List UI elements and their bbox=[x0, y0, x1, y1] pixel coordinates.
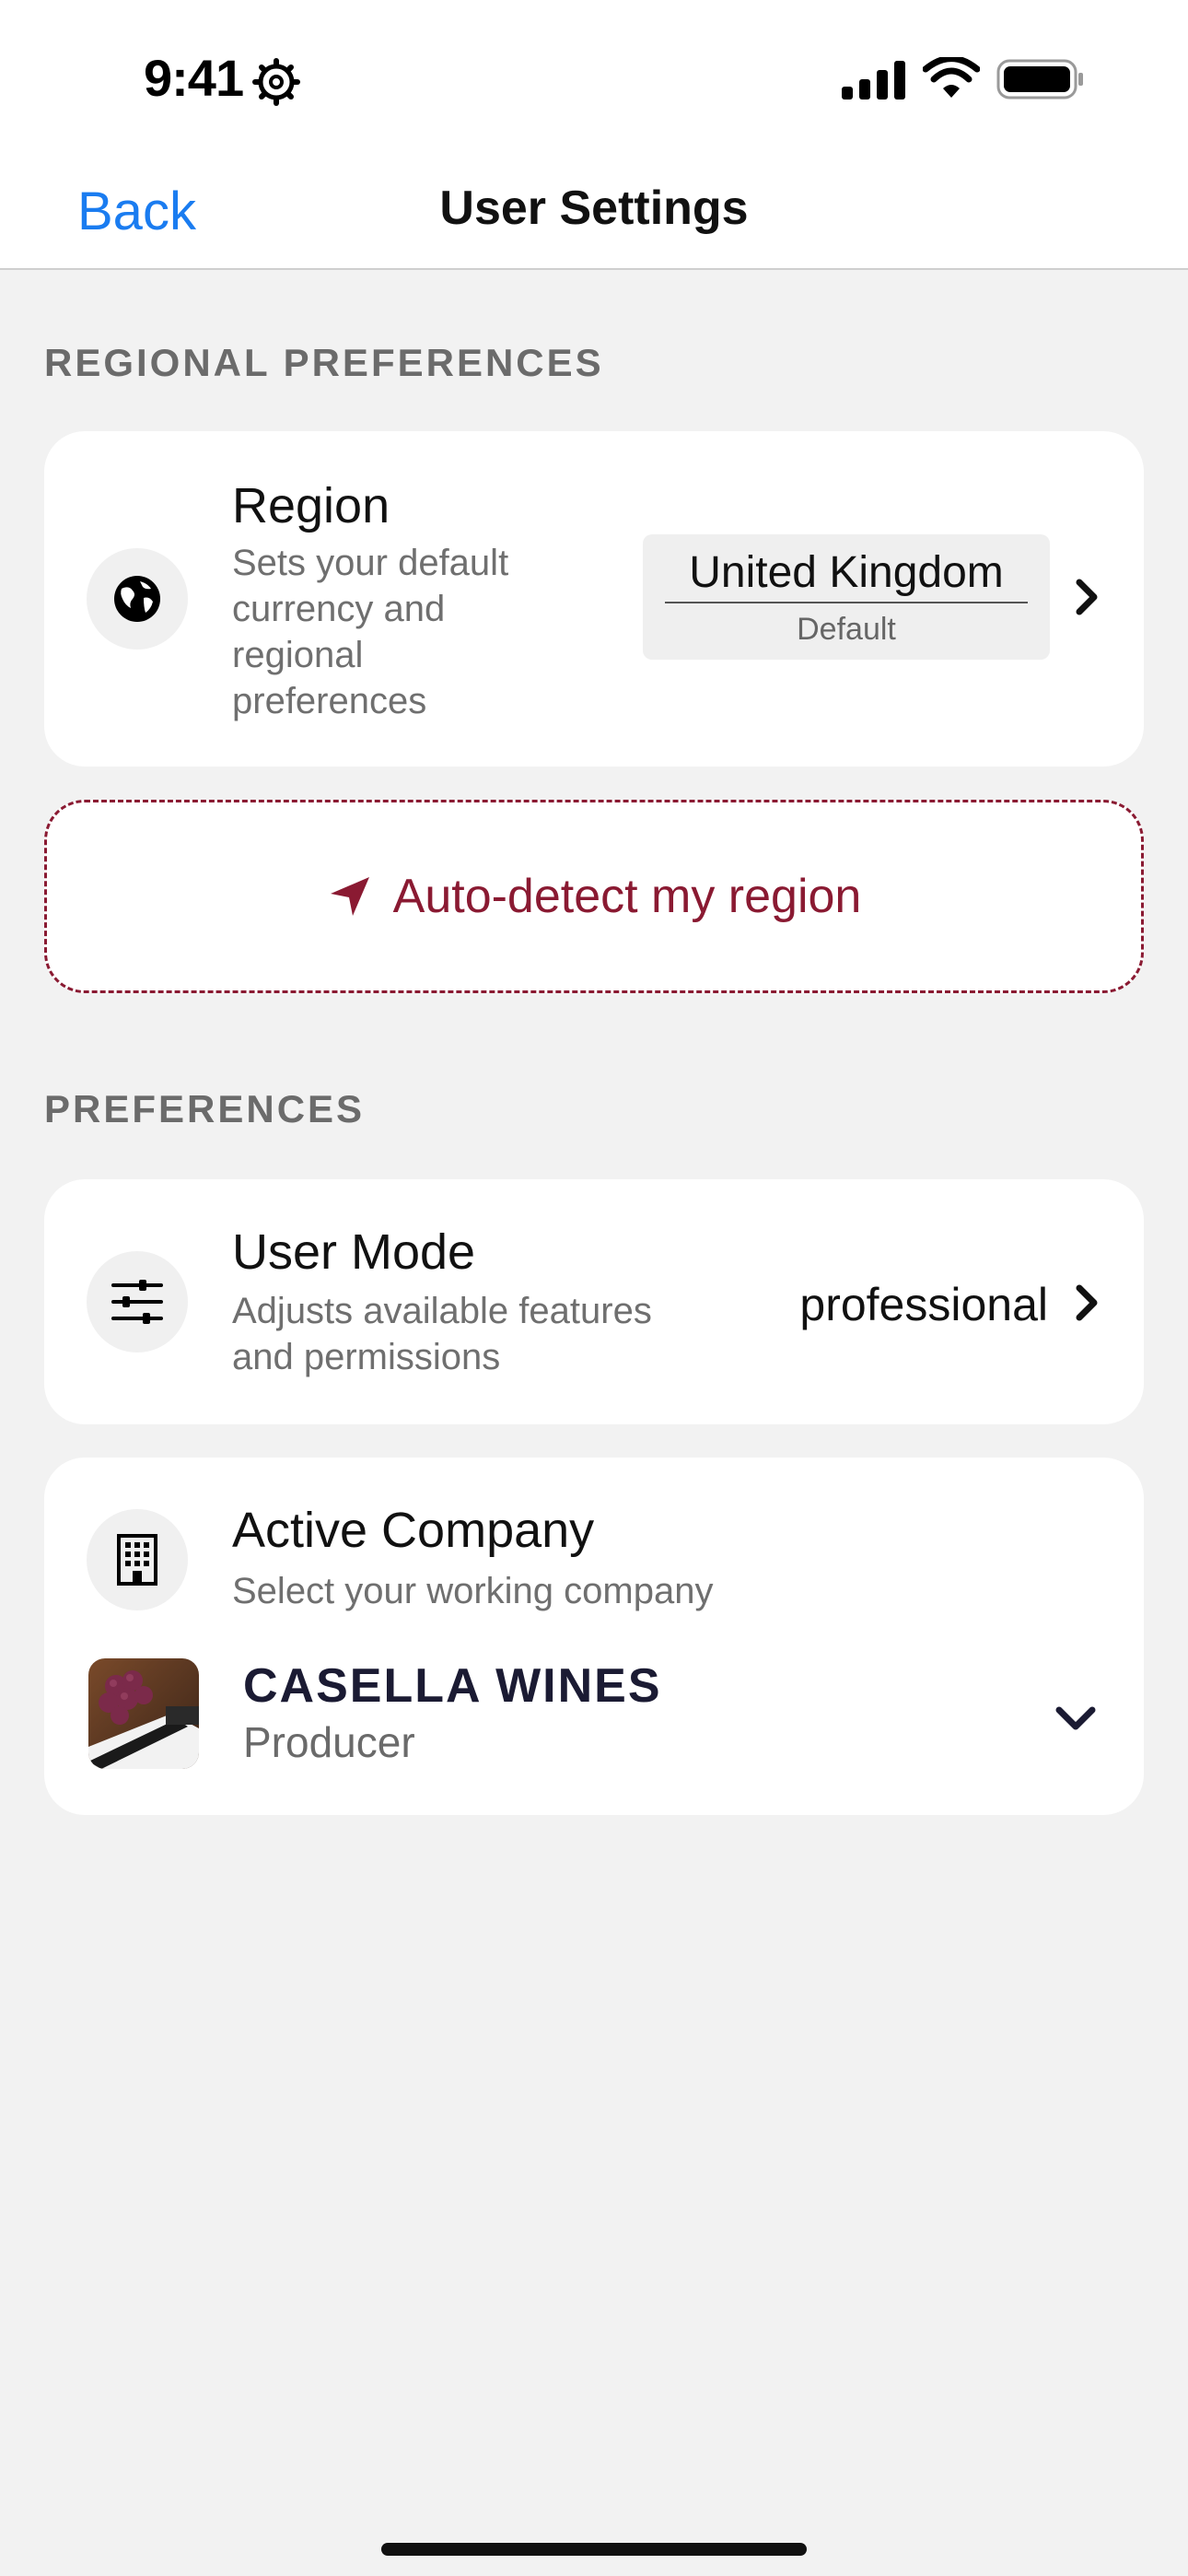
globe-icon-wrap bbox=[87, 548, 188, 650]
sliders-icon-wrap bbox=[87, 1251, 188, 1352]
region-subtitle-line: regional bbox=[232, 635, 364, 675]
wifi-icon bbox=[923, 57, 980, 98]
signal-icon bbox=[842, 61, 905, 100]
company-role: Producer bbox=[243, 1718, 415, 1766]
company-selector[interactable]: CASELLA WINES Producer bbox=[44, 1633, 1144, 1798]
home-indicator[interactable] bbox=[381, 2543, 807, 2556]
company-logo-image bbox=[88, 1658, 199, 1769]
section-header-preferences: PREFERENCES bbox=[44, 1087, 366, 1130]
active-company-subtitle: Select your working company bbox=[232, 1571, 714, 1611]
top-bar: 9:41 User Settings Back bbox=[0, 0, 1188, 270]
gear-icon bbox=[252, 58, 300, 106]
chevron-right-icon bbox=[1076, 579, 1098, 615]
user-mode-subtitle: Adjusts available features and permissio… bbox=[232, 1288, 652, 1380]
user-mode-subtitle-line: Adjusts available features bbox=[232, 1291, 652, 1331]
globe-icon bbox=[114, 576, 160, 622]
user-mode-value: professional bbox=[799, 1279, 1048, 1330]
user-mode-subtitle-line: and permissions bbox=[232, 1337, 501, 1377]
active-company-card: Active Company Select your working compa… bbox=[44, 1458, 1144, 1815]
region-subtitle: Sets your default currency and regional … bbox=[232, 540, 508, 724]
region-subtitle-line: currency and bbox=[232, 589, 446, 629]
sliders-icon bbox=[111, 1280, 163, 1324]
region-subtitle-line: preferences bbox=[232, 681, 427, 721]
region-title: Region bbox=[232, 478, 390, 533]
region-subtitle-line: Sets your default bbox=[232, 543, 509, 583]
auto-detect-button[interactable]: Auto-detect my region bbox=[44, 800, 1144, 993]
chevron-down-icon bbox=[1055, 1706, 1096, 1730]
user-mode-row[interactable]: User Mode Adjusts available features and… bbox=[44, 1179, 1144, 1424]
section-header-regional: REGIONAL PREFERENCES bbox=[44, 341, 604, 384]
company-name: CASELLA WINES bbox=[243, 1659, 662, 1713]
region-row[interactable]: Region Sets your default currency and re… bbox=[44, 431, 1144, 767]
chevron-right-icon bbox=[1076, 1284, 1098, 1321]
building-icon-wrap bbox=[87, 1509, 188, 1610]
user-mode-title: User Mode bbox=[232, 1224, 476, 1280]
battery-icon bbox=[996, 59, 1083, 100]
building-icon bbox=[117, 1534, 157, 1586]
back-button[interactable]: Back bbox=[77, 181, 196, 242]
location-arrow-icon bbox=[330, 877, 369, 916]
auto-detect-label: Auto-detect my region bbox=[392, 870, 862, 923]
status-time: 9:41 bbox=[144, 49, 244, 107]
active-company-title: Active Company bbox=[232, 1503, 595, 1558]
region-value: United Kingdom bbox=[665, 547, 1028, 603]
region-default-label: Default bbox=[797, 612, 896, 647]
region-value-box[interactable]: United Kingdom Default bbox=[643, 534, 1050, 660]
